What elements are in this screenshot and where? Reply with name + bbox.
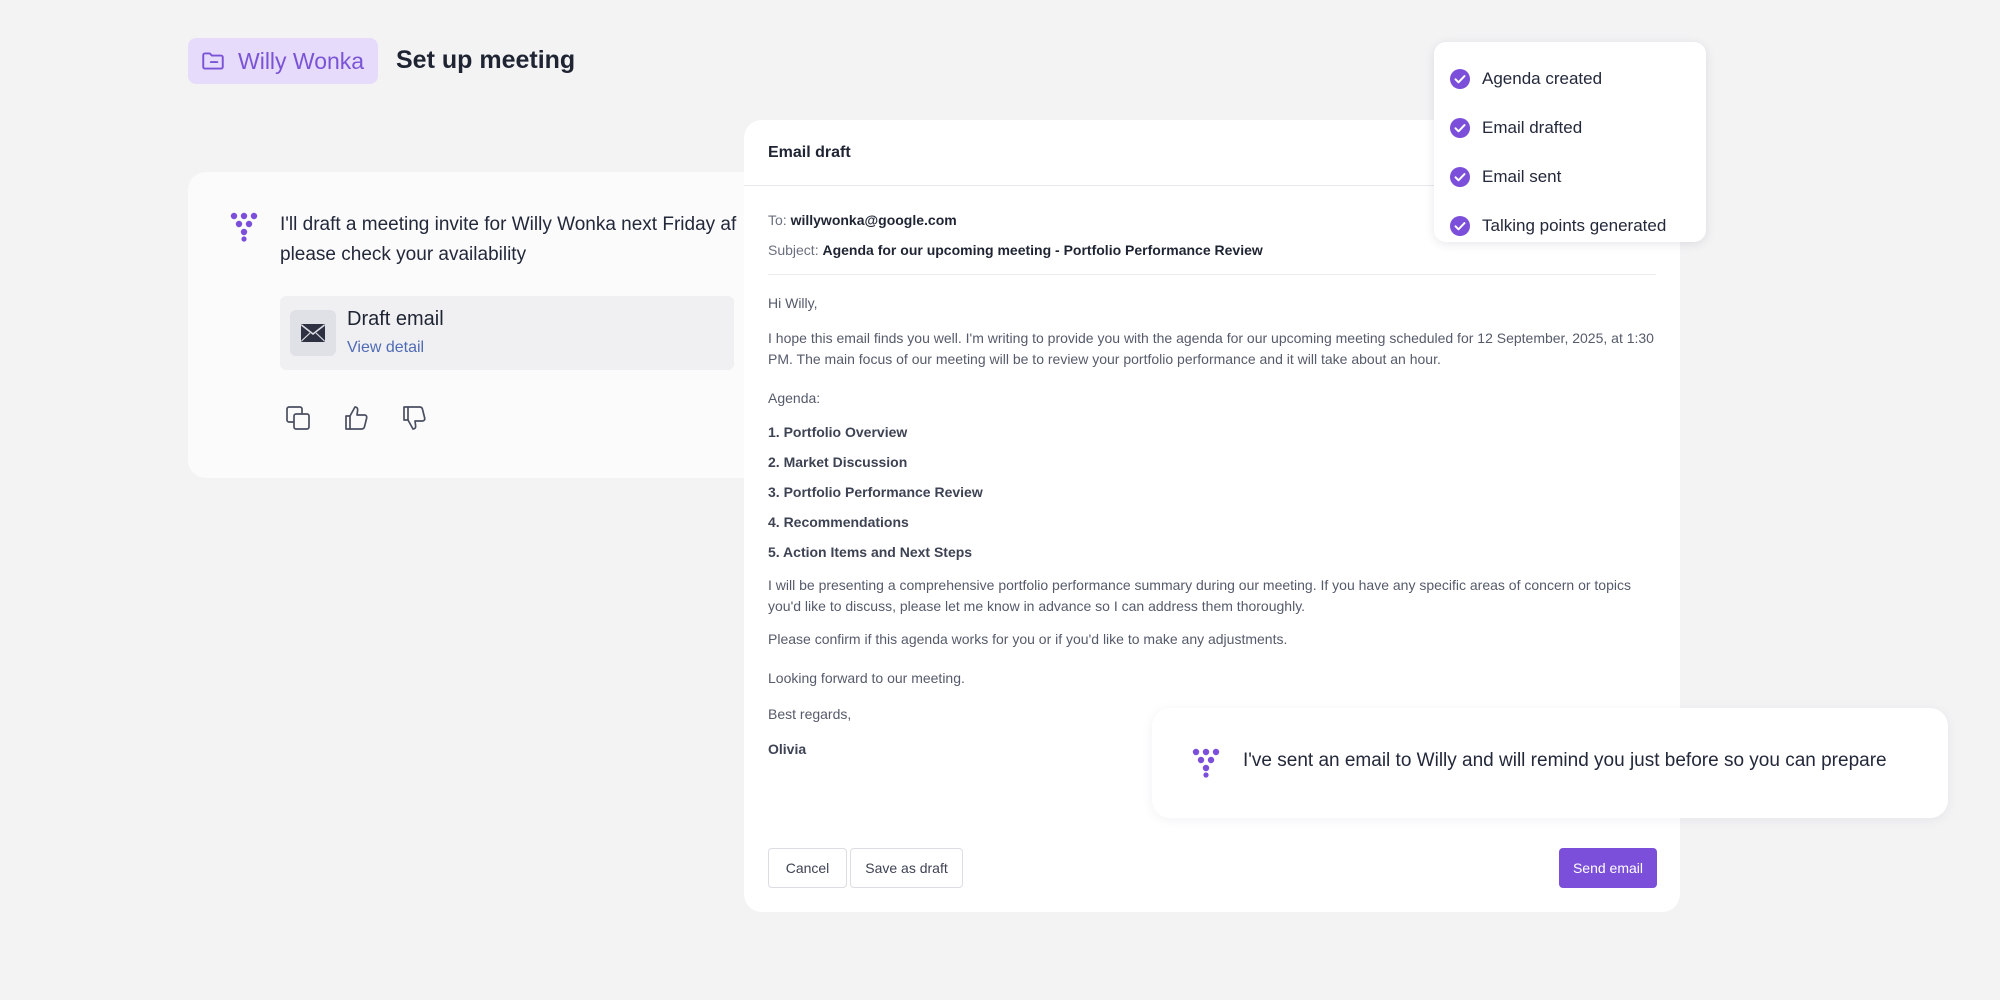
- assistant-message: I'll draft a meeting invite for Willy Wo…: [280, 210, 820, 270]
- email-paragraph: I will be presenting a comprehensive por…: [768, 577, 1631, 614]
- subject-label: Subject:: [768, 242, 819, 258]
- attachment-title: Draft email: [347, 308, 444, 330]
- save-as-draft-button[interactable]: Save as draft: [850, 848, 963, 888]
- agenda-item: 1. Portfolio Overview: [768, 424, 908, 440]
- cancel-button[interactable]: Cancel: [768, 848, 847, 888]
- agenda-item: 4. Recommendations: [768, 514, 909, 530]
- copy-icon[interactable]: [284, 404, 312, 432]
- progress-checklist: Agenda created Email drafted Email sent …: [1434, 42, 1706, 242]
- checklist-item: Email sent: [1434, 152, 1706, 201]
- email-closing: Looking forward to our meeting.: [768, 670, 965, 686]
- email-greeting: Hi Willy,: [768, 295, 818, 311]
- view-detail-link[interactable]: View detail: [347, 339, 424, 357]
- checklist-item: Talking points generated: [1434, 201, 1706, 250]
- agenda-item: 2. Market Discussion: [768, 454, 908, 470]
- email-body: To: willywonka@google.com Subject: Agend…: [768, 212, 1656, 757]
- checklist-label: Email sent: [1482, 166, 1562, 186]
- send-email-button[interactable]: Send email: [1559, 848, 1657, 888]
- agenda-list: 1. Portfolio Overview 2. Market Discussi…: [768, 417, 1656, 567]
- agenda-item: 3. Portfolio Performance Review: [768, 484, 983, 500]
- checklist-label: Agenda created: [1482, 68, 1603, 88]
- toast-message: I've sent an email to Willy and will rem…: [1243, 750, 1887, 771]
- email-paragraph: Please confirm if this agenda works for …: [768, 631, 1288, 647]
- assistant-chat-card: I'll draft a meeting invite for Willy Wo…: [188, 172, 768, 478]
- thumbs-up-icon[interactable]: [342, 404, 370, 432]
- folder-icon: [202, 52, 224, 70]
- message-actions: [284, 404, 428, 432]
- check-circle-icon: [1450, 215, 1470, 236]
- check-circle-icon: [1450, 166, 1470, 187]
- assistant-message-line: I'll draft a meeting invite for Willy Wo…: [280, 214, 737, 235]
- checklist-label: Talking points generated: [1482, 215, 1667, 235]
- client-name: Willy Wonka: [238, 47, 365, 74]
- email-divider: [768, 274, 1656, 275]
- agenda-label: Agenda:: [768, 390, 821, 406]
- client-chip[interactable]: Willy Wonka: [188, 38, 378, 84]
- to-value[interactable]: willywonka@google.com: [791, 212, 957, 228]
- checklist-item: Agenda created: [1434, 54, 1706, 103]
- draft-email-attachment[interactable]: Draft email View detail: [280, 296, 734, 370]
- app-page: Willy Wonka Set up meeting I'll draft a …: [0, 0, 2000, 1000]
- agenda-item: 5. Action Items and Next Steps: [768, 544, 973, 560]
- envelope-icon: [290, 310, 336, 356]
- assistant-toast: I've sent an email to Willy and will rem…: [1152, 708, 1948, 818]
- subject-value[interactable]: Agenda for our upcoming meeting - Portfo…: [822, 242, 1262, 258]
- check-circle-icon: [1450, 117, 1470, 138]
- assistant-logo-icon: [1192, 748, 1220, 778]
- checklist-item: Email drafted: [1434, 103, 1706, 152]
- thumbs-down-icon[interactable]: [400, 404, 428, 432]
- assistant-logo-icon: [230, 212, 258, 242]
- checklist-label: Email drafted: [1482, 117, 1583, 137]
- page-title: Set up meeting: [396, 46, 576, 74]
- assistant-message-line: please check your availability: [280, 244, 527, 265]
- email-intro: I hope this email finds you well. I'm wr…: [768, 330, 1654, 367]
- check-circle-icon: [1450, 68, 1470, 89]
- to-label: To:: [768, 212, 787, 228]
